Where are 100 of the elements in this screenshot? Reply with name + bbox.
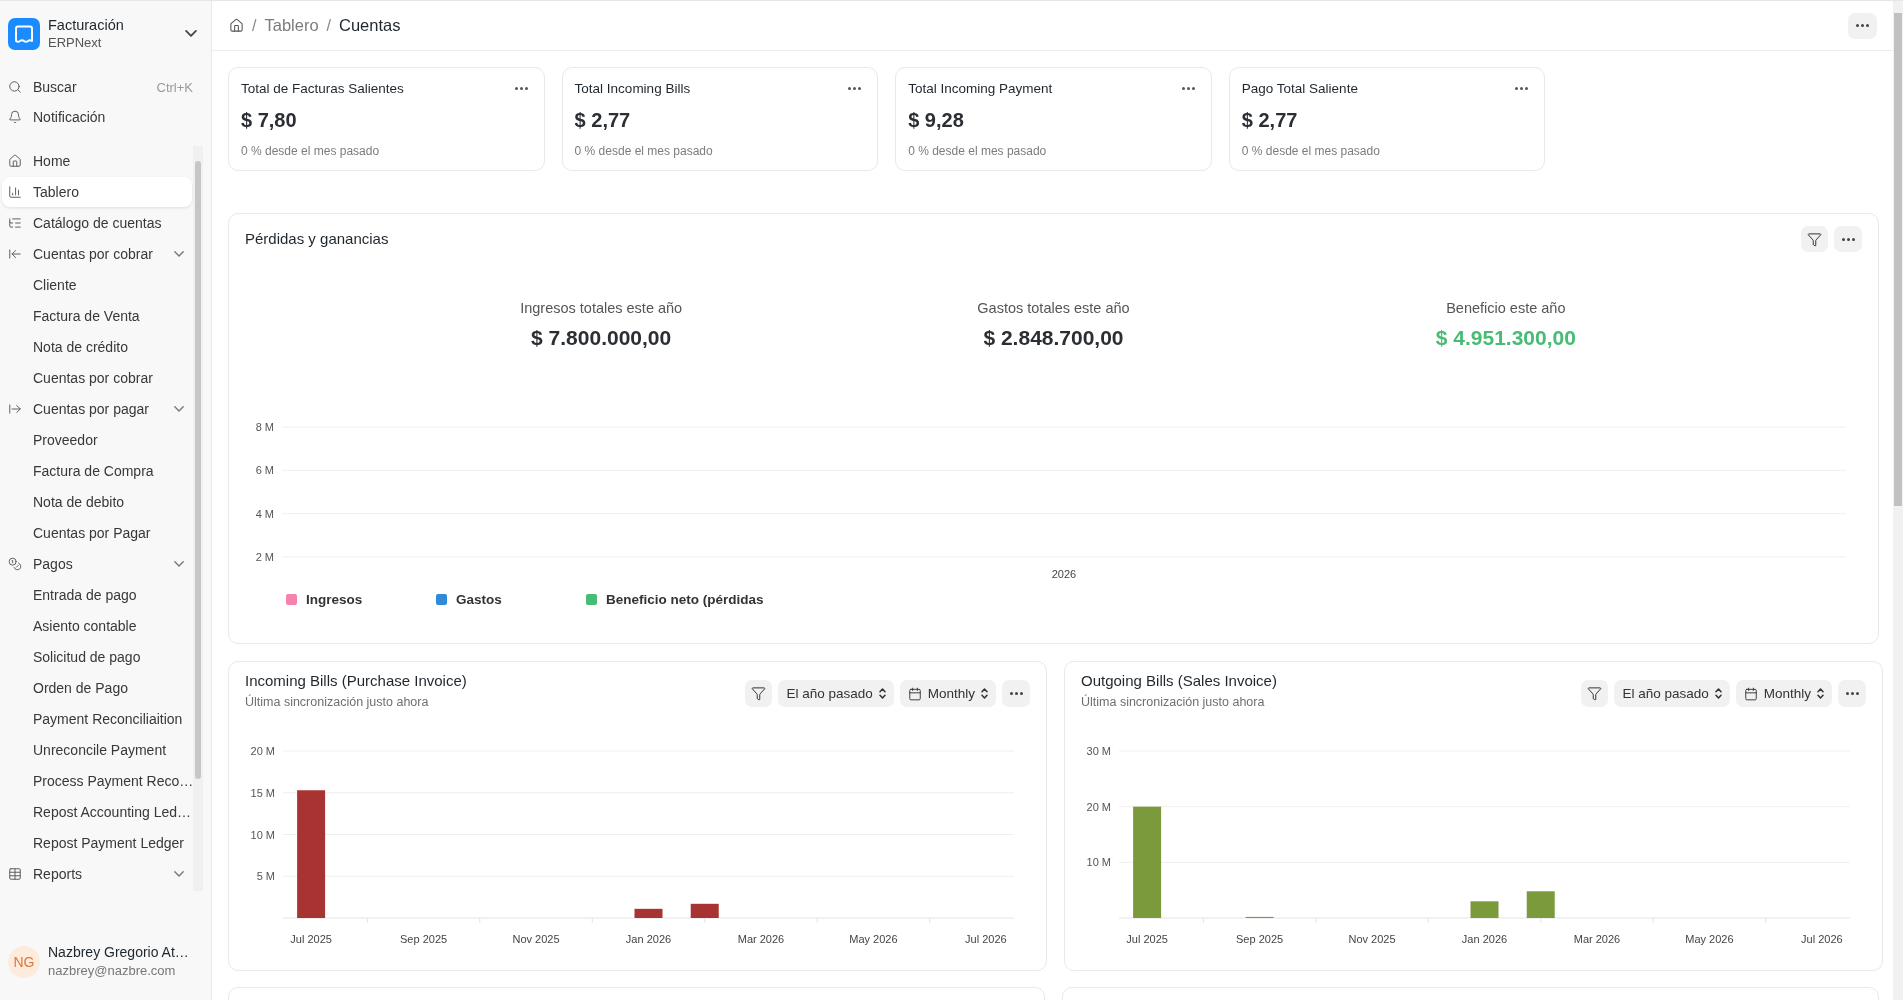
axis-label: 30 M xyxy=(1086,745,1111,757)
menu-button[interactable] xyxy=(1848,12,1877,39)
stat-note: 0 % desde el mes pasado xyxy=(241,143,381,159)
axis-label: 20 M xyxy=(250,745,275,757)
filter-button[interactable] xyxy=(745,680,773,707)
chevron-down-icon[interactable] xyxy=(174,406,184,412)
sidebar-item[interactable]: Unreconcile Payment xyxy=(2,735,192,765)
sidebar-item[interactable]: Repost Accounting Led… xyxy=(2,797,192,827)
sidebar-item[interactable]: Cuentas por cobrar xyxy=(2,239,192,269)
more-button[interactable] xyxy=(1002,680,1030,707)
more-icon xyxy=(1856,24,1869,27)
search-button[interactable]: Buscar Ctrl+K xyxy=(0,72,211,102)
axis-label: 4 M xyxy=(255,507,274,520)
more-icon[interactable] xyxy=(514,86,528,90)
card-title: Total Incoming Payment xyxy=(908,80,1053,96)
table-icon xyxy=(8,867,22,881)
breadcrumb-link[interactable]: Cuentas xyxy=(339,16,401,35)
more-icon[interactable] xyxy=(1515,86,1529,90)
sidebar-item[interactable]: Reports xyxy=(2,859,192,889)
sidebar-item[interactable]: Proveedor xyxy=(2,425,192,455)
axis-label: 2 M xyxy=(255,551,274,563)
app-title: Facturación xyxy=(48,16,125,34)
filter-button[interactable] xyxy=(1801,226,1828,252)
sidebar-item[interactable]: Process Payment Reco… xyxy=(2,766,192,796)
chevron-down-icon[interactable] xyxy=(185,30,197,37)
axis-label: 5 M xyxy=(256,870,275,883)
more-icon xyxy=(1845,692,1859,695)
stat-note: 0 % desde el mes pasado xyxy=(908,143,1048,159)
filter-icon xyxy=(1807,231,1822,247)
panel-title: Incoming Bills (Purchase Invoice) xyxy=(245,672,467,690)
scrollbar[interactable] xyxy=(1893,1,1903,1000)
sidebar-item[interactable]: Asiento contable xyxy=(2,611,192,641)
more-icon[interactable] xyxy=(848,86,862,90)
coins-icon xyxy=(8,557,22,571)
axis-label: May 2026 xyxy=(849,933,898,945)
user-name: Nazbrey Gregorio At… xyxy=(48,943,189,962)
filter-button[interactable] xyxy=(1581,680,1609,707)
axis-label: Jul 2026 xyxy=(965,933,1007,945)
more-button[interactable] xyxy=(1834,226,1862,252)
card-title: Total Incoming Bills xyxy=(574,80,691,96)
sidebar-item[interactable]: Nota de crédito xyxy=(2,332,192,362)
breadcrumb-link[interactable]: Tablero xyxy=(264,16,319,35)
sidebar-item[interactable]: Cuentas por Pagar xyxy=(2,518,192,548)
bar xyxy=(690,903,719,918)
summary-label: Ingresos totales este año xyxy=(520,299,683,317)
more-icon[interactable] xyxy=(1181,86,1195,90)
sidebar-item[interactable]: Home xyxy=(2,146,192,176)
summary-value: $ 7.800.000,00 xyxy=(531,325,672,351)
axis-label: 6 M xyxy=(255,464,274,477)
sync-status: Última sincronización justo ahora xyxy=(1081,694,1266,710)
axis-label: Sep 2025 xyxy=(1236,933,1284,945)
calendar-icon xyxy=(1743,686,1758,701)
interval-select[interactable]: Monthly xyxy=(1735,680,1832,707)
chevron-down-icon[interactable] xyxy=(174,871,184,877)
sidebar-item[interactable]: Payment Reconciliaition xyxy=(2,704,192,734)
up-down-chevron-icon xyxy=(878,688,886,699)
interval-select[interactable]: Monthly xyxy=(899,680,996,707)
more-icon xyxy=(1841,237,1855,241)
panel-title: Pérdidas y ganancias xyxy=(245,230,389,248)
user-email: nazbrey@nazbre.com xyxy=(48,962,177,980)
summary-value: $ 2.848.700,00 xyxy=(983,325,1124,351)
sidebar-item[interactable]: Repost Payment Ledger xyxy=(2,828,192,858)
sidebar-item[interactable]: Nota de debito xyxy=(2,487,192,517)
sidebar-item[interactable]: Pagos xyxy=(2,549,192,579)
sidebar-item[interactable]: Factura de Compra xyxy=(2,456,192,486)
stat-value: $ 9,28 xyxy=(908,108,965,132)
period-select[interactable]: El año pasado xyxy=(1614,680,1730,707)
arrow-right-icon xyxy=(8,402,22,416)
more-icon xyxy=(1009,692,1023,695)
scrollbar[interactable] xyxy=(193,146,203,891)
sidebar-item[interactable]: Cuentas por cobrar xyxy=(2,363,192,393)
app-subtitle: ERPNext xyxy=(48,34,103,51)
up-down-chevron-icon xyxy=(981,688,988,699)
filter-icon xyxy=(751,686,767,701)
sidebar-item[interactable]: Entrada de pago xyxy=(2,580,192,610)
axis-label: Jan 2026 xyxy=(625,933,672,945)
axis-label: Mar 2026 xyxy=(1573,933,1621,945)
sidebar-item[interactable]: Factura de Venta xyxy=(2,301,192,331)
axis-label: Jul 2026 xyxy=(1801,933,1843,945)
sidebar-item[interactable]: Tablero xyxy=(2,177,192,207)
more-button[interactable] xyxy=(1838,680,1866,707)
chevron-down-icon[interactable] xyxy=(174,561,184,567)
sidebar-item[interactable]: Catálogo de cuentas xyxy=(2,208,192,238)
summary-label: Beneficio este año xyxy=(1446,299,1566,317)
period-select[interactable]: El año pasado xyxy=(778,680,894,707)
sidebar-item[interactable]: Cuentas por pagar xyxy=(2,394,192,424)
search-icon xyxy=(8,80,22,94)
sidebar-item[interactable]: Cliente xyxy=(2,270,192,300)
axis-label: Jul 2025 xyxy=(1126,933,1168,945)
chevron-down-icon[interactable] xyxy=(174,251,184,257)
sidebar-item[interactable]: Orden de Pago xyxy=(2,673,192,703)
axis-label: 20 M xyxy=(1086,800,1111,813)
sidebar-item[interactable]: Solicitud de pago xyxy=(2,642,192,672)
notifications-button[interactable]: Notificación xyxy=(0,102,211,132)
card-title: Pago Total Saliente xyxy=(1241,80,1358,96)
home-icon[interactable] xyxy=(229,18,244,33)
stat-value: $ 2,77 xyxy=(1241,108,1299,132)
legend-label: Gastos xyxy=(456,592,502,607)
axis-label: Mar 2026 xyxy=(737,933,785,945)
axis-label: 10 M xyxy=(250,828,275,841)
